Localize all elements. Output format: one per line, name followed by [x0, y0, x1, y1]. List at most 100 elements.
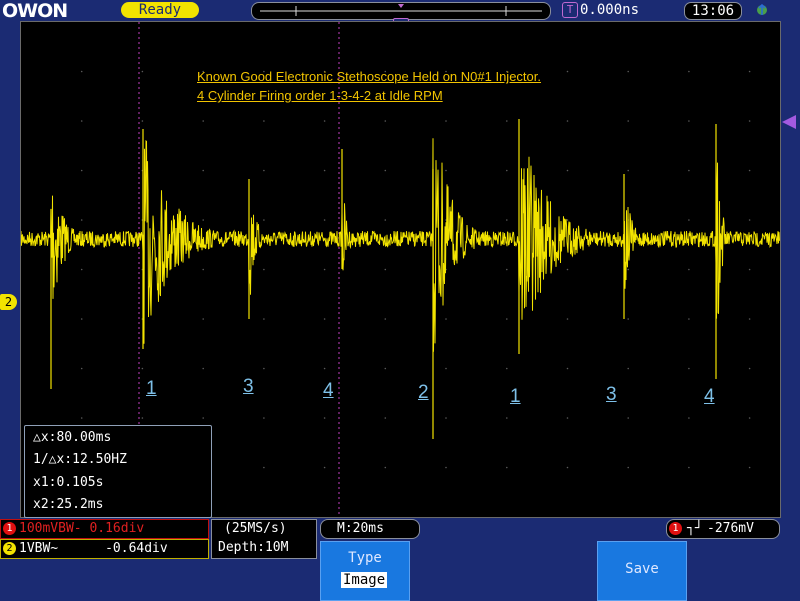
grid-dot [263, 318, 265, 320]
grid-dot [566, 268, 569, 271]
channel-2-badge: 2 [3, 542, 16, 555]
cylinder-label-4: 4 [323, 380, 334, 401]
timebase-status[interactable]: M:20ms [320, 519, 420, 539]
trigger-slope-icon: ┐┘ [687, 521, 703, 536]
grid-dot [748, 70, 751, 73]
grid-dot [748, 367, 751, 370]
grid-dot [384, 169, 387, 172]
grid-dot [748, 268, 751, 271]
grid-dot [627, 268, 629, 271]
grid-dot [627, 417, 629, 419]
grid-dot [263, 466, 265, 469]
grid-dot [384, 318, 387, 320]
grid-dot [506, 466, 508, 469]
grid-dot [263, 120, 265, 122]
grid-dot [748, 120, 751, 122]
grid-dot [80, 417, 83, 419]
grid-dot [566, 417, 569, 419]
grid-dot [323, 318, 326, 320]
grid-dot [80, 169, 83, 172]
type-softkey-value: Image [341, 572, 388, 588]
grid-dot [141, 367, 144, 370]
type-softkey[interactable]: Type Image [320, 541, 410, 601]
grid-dot [566, 70, 569, 73]
grid-dot [748, 169, 751, 172]
grid-dot [323, 417, 326, 419]
grid-dot [202, 417, 204, 419]
grid-dot [202, 169, 204, 172]
grid-dot [688, 268, 690, 271]
grid-dot [263, 268, 265, 271]
grid-dot [323, 367, 326, 370]
type-softkey-label: Type [348, 550, 382, 566]
save-softkey[interactable]: Save [597, 541, 687, 601]
channel-1-status[interactable]: 1 100mVBW- 0.16div [0, 519, 209, 539]
delta-x-readout: △x:80.00ms [33, 430, 112, 445]
cursor-measurement-panel: △x:80.00ms 1/△x:12.50HZ x1:0.105s x2:25.… [24, 425, 212, 518]
grid-dot [748, 219, 751, 221]
acquisition-status: (25MS/s) Depth:10M [211, 519, 317, 559]
grid-dot [688, 120, 690, 122]
channel-2-status[interactable]: 2 1VBW~ -0.64div [0, 539, 209, 559]
trace-ch2 [21, 138, 780, 352]
grid-dot [323, 466, 326, 469]
channel-1-badge: 1 [3, 522, 16, 535]
grid-dot [566, 219, 569, 221]
grid-dot [384, 417, 387, 419]
sample-rate: (25MS/s) [224, 521, 287, 536]
inverse-delta-x-readout: 1/△x:12.50HZ [33, 452, 127, 467]
grid-dot [688, 417, 690, 419]
grid-dot [566, 367, 569, 370]
grid-dot [263, 367, 265, 370]
grid-dot [627, 367, 629, 370]
grid-dot [141, 417, 144, 419]
timebase-value: M:20ms [337, 521, 384, 536]
usb-icon [757, 3, 767, 15]
top-bar: OWON Ready T 0.000ns 13:06 [0, 0, 800, 20]
svg-text:OWON: OWON [2, 0, 67, 20]
grid-dot [566, 318, 569, 320]
grid-dot [688, 367, 690, 370]
grid-dot [384, 466, 387, 469]
grid-dot [445, 367, 447, 370]
trigger-level-marker[interactable] [782, 115, 796, 129]
grid-dot [688, 70, 690, 73]
trigger-source-badge: 1 [669, 522, 682, 535]
grid-dot [141, 70, 144, 73]
grid-dot [506, 268, 508, 271]
grid-dot [748, 318, 751, 320]
grid-dot [506, 169, 508, 172]
annotation-line-2: 4 Cylinder Firing order 1-3-4-2 at Idle … [197, 88, 443, 103]
grid-dot [445, 318, 447, 320]
trigger-level-value: -276mV [707, 521, 754, 536]
grid-dot [627, 169, 629, 172]
grid-dot [384, 268, 387, 271]
grid-dot [202, 268, 204, 271]
grid-dot [506, 367, 508, 370]
grid-dot [445, 120, 447, 122]
grid-dot [80, 318, 83, 320]
memory-depth: Depth:10M [218, 540, 289, 555]
channel-2-marker[interactable]: 2 [0, 294, 17, 310]
cylinder-label-3: 3 [243, 376, 254, 397]
trigger-status[interactable]: 1 ┐┘ -276mV [666, 519, 780, 539]
grid-dot [323, 169, 326, 172]
owon-logo: OWON [2, 0, 68, 20]
grid-dot [80, 70, 83, 73]
grid-dot [566, 120, 569, 122]
trigger-time: T 0.000ns [562, 2, 674, 18]
grid-dot [263, 169, 265, 172]
grid-dot [323, 268, 326, 271]
grid-dot [323, 120, 326, 122]
grid-dot [384, 219, 387, 221]
grid-dot [688, 318, 690, 320]
trigger-time-value: 0.000ns [580, 2, 640, 18]
grid-dot [80, 120, 83, 122]
grid-dot [688, 169, 690, 172]
grid-dot [384, 367, 387, 370]
status-badge: Ready [121, 2, 199, 18]
grid-dot [80, 219, 83, 221]
x2-readout: x2:25.2ms [33, 497, 104, 512]
grid-dot [506, 219, 508, 221]
grid-dot [506, 120, 508, 122]
